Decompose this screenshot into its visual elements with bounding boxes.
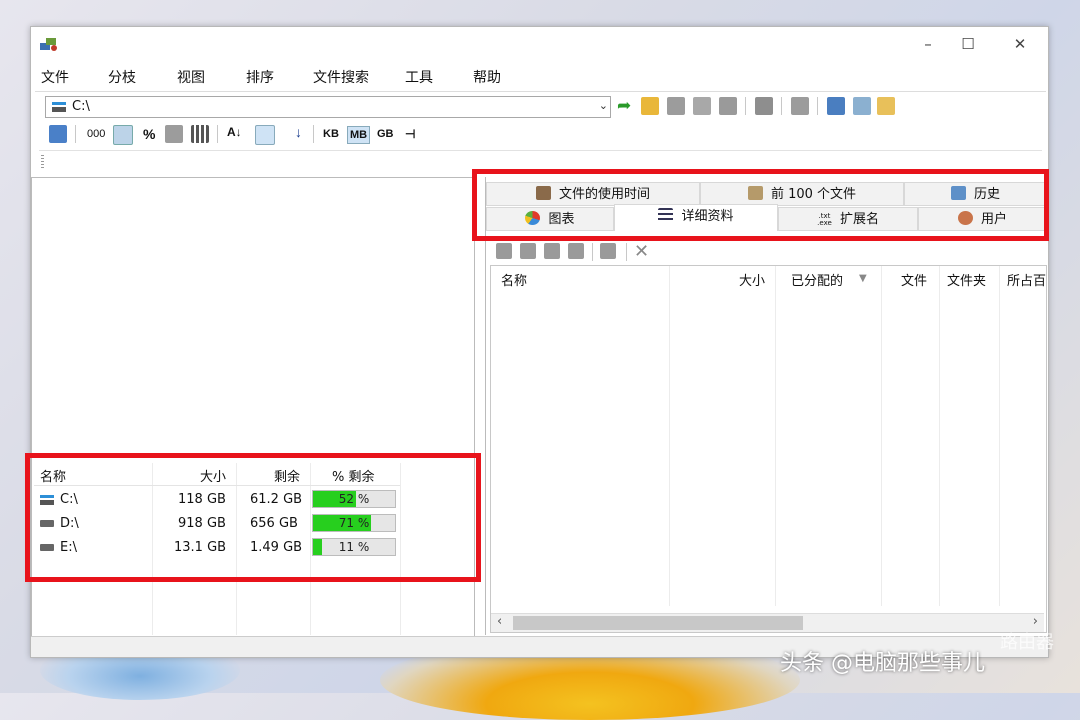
toolbar-area: C:\ ⌄ ➦ 000 % A↓ ↓ KB MB GB ⊣: [35, 91, 1046, 176]
details-toolbar: ✕: [492, 241, 792, 263]
gb-button[interactable]: GB: [377, 128, 394, 140]
toolbar-grip[interactable]: [41, 155, 44, 169]
disk-icon[interactable]: [165, 125, 183, 143]
system-drive-icon: [52, 102, 66, 112]
menu-file-search[interactable]: 文件搜索: [313, 67, 369, 87]
count-button[interactable]: 000: [87, 128, 105, 140]
percent-button[interactable]: %: [143, 126, 155, 142]
menu-branch[interactable]: 分枝: [108, 67, 136, 87]
go-arrow-icon[interactable]: ➦: [617, 97, 635, 115]
sort-az-icon[interactable]: A↓: [227, 125, 242, 139]
open-folder-icon[interactable]: [641, 97, 659, 115]
sort-19-icon[interactable]: [255, 125, 275, 145]
document-icon[interactable]: [568, 243, 584, 259]
tree-add-icon[interactable]: [49, 125, 67, 143]
sort-down-icon[interactable]: ▼: [859, 273, 867, 284]
title-bar: – ☐ ✕: [31, 27, 1048, 61]
col-size[interactable]: 大小: [739, 270, 765, 289]
stop-icon[interactable]: [544, 243, 560, 259]
delete-icon[interactable]: ✕: [634, 241, 649, 262]
copy-icon[interactable]: [719, 97, 737, 115]
sort-down-icon[interactable]: ↓: [295, 124, 302, 140]
scroll-right-icon[interactable]: ›: [1033, 614, 1038, 629]
col-name[interactable]: 名称: [501, 270, 527, 289]
maximize-button[interactable]: ☐: [948, 33, 988, 55]
menu-file[interactable]: 文件: [41, 67, 69, 87]
toolbar-row-3: [39, 150, 1042, 171]
col-allocated[interactable]: 已分配的: [791, 270, 843, 289]
window-icon[interactable]: [827, 97, 845, 115]
app-window: – ☐ ✕ 文件 分枝 视图 排序 文件搜索 工具 帮助 C:\ ⌄ ➦ 000…: [25, 26, 1049, 658]
recycle-icon[interactable]: [520, 243, 536, 259]
watermark-text: 头条 @电脑那些事儿: [780, 651, 985, 676]
disk-space-icon[interactable]: [113, 125, 133, 145]
tools-icon[interactable]: [600, 243, 616, 259]
scroll-left-icon[interactable]: ‹: [497, 614, 502, 629]
copy-icon[interactable]: [496, 243, 512, 259]
close-button[interactable]: ✕: [1000, 33, 1040, 55]
menu-help[interactable]: 帮助: [473, 67, 501, 87]
col-folders[interactable]: 文件夹: [947, 270, 986, 289]
kb-button[interactable]: KB: [323, 128, 339, 140]
menu-view[interactable]: 视图: [177, 67, 205, 87]
details-list[interactable]: 名称 大小 已分配的 ▼ 文件 文件夹 所占百 ‹ ›: [490, 265, 1047, 633]
edit-icon[interactable]: [693, 97, 711, 115]
col-percent[interactable]: 所占百: [1007, 270, 1046, 289]
refresh-icon[interactable]: [853, 97, 871, 115]
highlight-drive-table: [25, 453, 481, 582]
mb-button[interactable]: MB: [347, 126, 371, 144]
right-pane: 文件的使用时间 前 100 个文件 历史 图表 详细资料 .txt .exe 扩展…: [485, 177, 1047, 635]
home-icon[interactable]: [791, 97, 809, 115]
watermark-router: 路由器: [1000, 632, 1054, 653]
menu-tools[interactable]: 工具: [405, 67, 433, 87]
scroll-thumb[interactable]: [513, 616, 803, 630]
path-combobox[interactable]: C:\ ⌄: [45, 96, 611, 118]
horizontal-scrollbar[interactable]: ‹ ›: [491, 613, 1044, 632]
col-files[interactable]: 文件: [901, 270, 927, 289]
recycle-icon[interactable]: [755, 97, 773, 115]
menu-sort[interactable]: 排序: [246, 67, 274, 87]
menu-bar: 文件 分枝 视图 排序 文件搜索 工具 帮助: [31, 63, 1048, 89]
highlight-tabs: [472, 169, 1049, 241]
chevron-down-icon[interactable]: ⌄: [599, 99, 608, 112]
columns-icon[interactable]: [191, 125, 209, 143]
explore-folder-icon[interactable]: [877, 97, 895, 115]
auto-unit-icon[interactable]: ⊣: [405, 127, 415, 141]
minimize-button[interactable]: –: [908, 33, 948, 55]
document-icon[interactable]: [667, 97, 685, 115]
app-icon: [40, 38, 57, 51]
path-value: C:\: [72, 99, 90, 114]
